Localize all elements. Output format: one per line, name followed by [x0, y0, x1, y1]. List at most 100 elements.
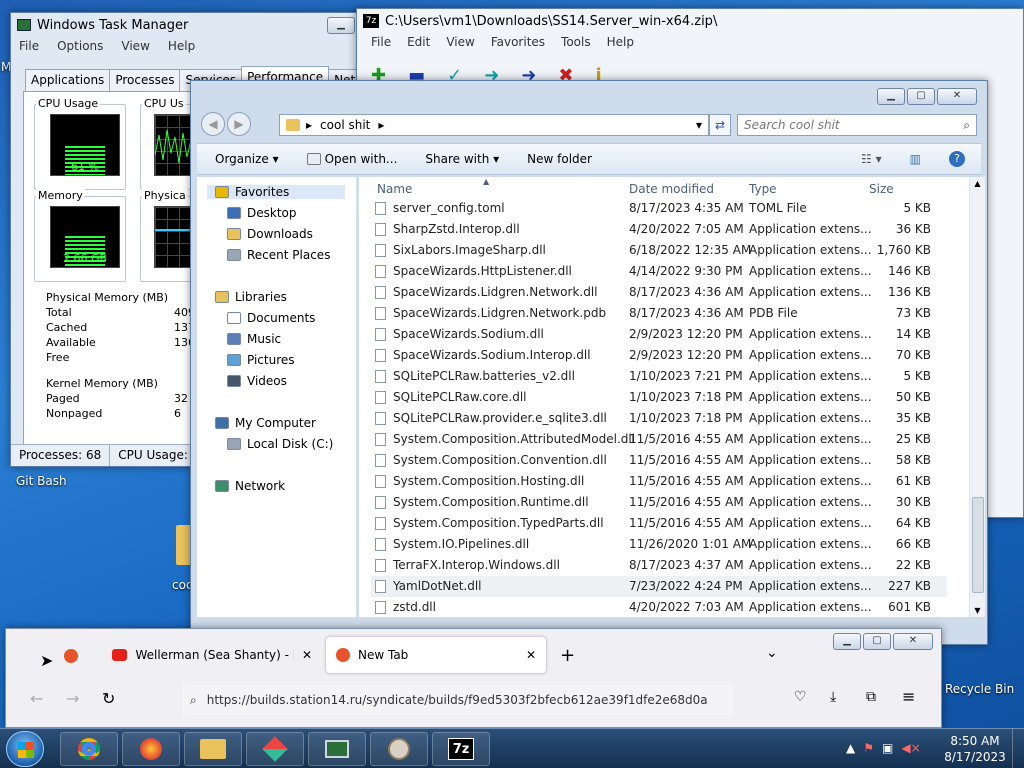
taskbar-git[interactable]	[246, 732, 304, 766]
view-options-icon[interactable]: ☷ ▾	[861, 152, 882, 166]
app-menu-icon[interactable]: ≡	[902, 687, 915, 706]
explorer-maximize-button[interactable]: ▢	[907, 88, 935, 105]
file-row[interactable]: SpaceWizards.HttpListener.dll 4/14/2022 9…	[371, 261, 947, 282]
url-bar[interactable]: ⌕ https://builds.station14.ru/syndicate/…	[182, 685, 734, 715]
breadcrumb-current[interactable]: cool shit	[320, 118, 370, 132]
task-manager-titlebar[interactable]: Windows Task Manager ▁	[11, 13, 361, 37]
nav-item-downloads[interactable]: Downloads	[227, 227, 313, 241]
tab-new-tab-close-icon[interactable]: ✕	[526, 648, 536, 662]
nav-item-pictures[interactable]: Pictures	[227, 353, 295, 367]
nav-item-libraries[interactable]: Libraries	[215, 290, 287, 304]
firefox-maximize-button[interactable]: ▢	[863, 633, 891, 650]
taskbar-chrome[interactable]	[60, 732, 118, 766]
scroll-down-icon[interactable]: ▼	[970, 606, 985, 615]
desktop-icon-recycle-bin[interactable]: Recycle Bin	[945, 682, 1014, 696]
scroll-up-icon[interactable]: ▲	[970, 179, 985, 188]
sz-menu-help[interactable]: Help	[607, 35, 634, 49]
address-bar[interactable]: ▸ cool shit ▸ ▾	[279, 114, 709, 136]
list-tabs-icon[interactable]: ⌄	[766, 645, 778, 661]
tray-expand-icon[interactable]: ▲	[846, 741, 855, 755]
tab-wellerman[interactable]: Wellerman (Sea Shanty) - Euger ✕	[102, 637, 322, 673]
column-size[interactable]: Size	[869, 182, 894, 196]
file-row[interactable]: System.Composition.AttributedModel.dll 11…	[371, 429, 947, 450]
taskbar-7zip[interactable]: 7z	[432, 732, 490, 766]
sz-menu-file[interactable]: File	[371, 35, 391, 49]
network-icon[interactable]: ▣	[882, 741, 893, 755]
volume-icon[interactable]: ◀×	[901, 741, 920, 755]
breadcrumb-chevron-icon[interactable]: ▸	[378, 118, 384, 132]
sevenzip-titlebar[interactable]: 7z C:\Users\vm1\Downloads\SS14.Server_wi…	[357, 9, 1023, 33]
tab-wellerman-close-icon[interactable]: ✕	[302, 648, 312, 662]
file-row[interactable]: SpaceWizards.Lidgren.Network.pdb 8/17/202…	[371, 303, 947, 324]
taskbar-task-manager[interactable]	[308, 732, 366, 766]
nav-item-documents[interactable]: Documents	[227, 311, 315, 325]
sz-menu-view[interactable]: View	[446, 35, 474, 49]
preview-pane-icon[interactable]: ▥	[910, 152, 921, 166]
firefox-forward-icon[interactable]: →	[66, 689, 79, 708]
explorer-close-button[interactable]: ✕	[937, 88, 977, 105]
share-with-button[interactable]: Share with ▾	[425, 152, 499, 166]
file-row[interactable]: server_config.toml 8/17/2023 4:35 AM TOML …	[371, 198, 947, 219]
file-row[interactable]: zstd.dll 4/20/2022 7:03 AM Application ext…	[371, 597, 947, 618]
file-row[interactable]: SQLitePCLRaw.core.dll 1/10/2023 7:18 PM Ap…	[371, 387, 947, 408]
breadcrumb-chevron-icon[interactable]: ▸	[306, 118, 312, 132]
tab-processes[interactable]: Processes	[109, 69, 181, 93]
file-row[interactable]: System.Composition.Runtime.dll 11/5/2016 …	[371, 492, 947, 513]
nav-item-desktop[interactable]: Desktop	[227, 206, 297, 220]
start-button[interactable]	[6, 731, 44, 767]
tab-applications[interactable]: Applications	[25, 69, 111, 93]
extensions-icon[interactable]: ⧉	[866, 689, 876, 705]
file-list-scrollbar[interactable]: ▲ ▼	[969, 177, 985, 617]
firefox-back-icon[interactable]: ←	[30, 689, 43, 708]
search-input[interactable]: Search cool shit ⌕	[737, 114, 977, 136]
column-name[interactable]: Name	[377, 182, 412, 196]
explorer-minimize-button[interactable]: ▁	[877, 88, 905, 105]
file-row[interactable]: SpaceWizards.Lidgren.Network.dll 8/17/202…	[371, 282, 947, 303]
file-row[interactable]: SQLitePCLRaw.batteries_v2.dll 1/10/2023 7…	[371, 366, 947, 387]
column-date-modified[interactable]: Date modified	[629, 182, 714, 196]
taskbar-explorer[interactable]	[184, 732, 242, 766]
tm-menu-options[interactable]: Options	[57, 39, 103, 53]
tm-menu-view[interactable]: View	[121, 39, 149, 53]
desktop-icon-folder[interactable]: coo	[170, 525, 193, 595]
pocket-icon[interactable]: ♡	[794, 689, 807, 705]
file-row[interactable]: System.Composition.Hosting.dll 11/5/2016 …	[371, 471, 947, 492]
file-row[interactable]: SpaceWizards.Sodium.dll 2/9/2023 12:20 PM…	[371, 324, 947, 345]
nav-item-my-computer[interactable]: My Computer	[215, 416, 316, 430]
file-row[interactable]: SpaceWizards.Sodium.Interop.dll 2/9/2023 …	[371, 345, 947, 366]
tm-menu-help[interactable]: Help	[168, 39, 195, 53]
firefox-close-button[interactable]: ✕	[893, 633, 933, 650]
taskbar-gauge[interactable]	[370, 732, 428, 766]
desktop-icon-git-bash[interactable]: Git Bash	[16, 474, 67, 488]
clock[interactable]: 8:50 AM 8/17/2023	[942, 733, 1008, 765]
tab-new-tab[interactable]: New Tab ✕	[326, 637, 546, 673]
file-row[interactable]: YamlDotNet.dll 7/23/2022 4:24 PM Applicati…	[371, 576, 947, 597]
back-icon[interactable]: ◀	[201, 112, 225, 136]
file-row[interactable]: System.Composition.Convention.dll 11/5/20…	[371, 450, 947, 471]
nav-item-network[interactable]: Network	[215, 479, 285, 493]
address-dropdown-icon[interactable]: ▾	[696, 118, 702, 132]
downloads-icon[interactable]: ⤓	[830, 689, 836, 705]
scroll-thumb[interactable]	[972, 497, 984, 593]
task-manager-minimize-button[interactable]: ▁	[327, 16, 355, 34]
search-icon[interactable]: ⌕	[963, 118, 970, 133]
sz-menu-favorites[interactable]: Favorites	[491, 35, 545, 49]
column-type[interactable]: Type	[749, 182, 777, 196]
organize-button[interactable]: Organize ▾	[215, 152, 279, 166]
firefox-minimize-button[interactable]: ▁	[833, 633, 861, 650]
taskbar-firefox[interactable]	[122, 732, 180, 766]
new-tab-icon[interactable]: +	[560, 645, 575, 666]
file-row[interactable]: System.Composition.TypedParts.dll 11/5/20…	[371, 513, 947, 534]
open-with-button[interactable]: Open with...	[306, 152, 397, 166]
nav-item-favorites[interactable]: Favorites	[207, 185, 345, 199]
url-text[interactable]: https://builds.station14.ru/syndicate/bu…	[207, 693, 727, 707]
file-row[interactable]: TerraFX.Interop.Windows.dll 8/17/2023 4:3…	[371, 555, 947, 576]
sz-menu-edit[interactable]: Edit	[407, 35, 430, 49]
file-row[interactable]: SQLitePCLRaw.provider.e_sqlite3.dll 1/10/…	[371, 408, 947, 429]
firefox-view-icon[interactable]	[64, 649, 78, 663]
show-desktop-button[interactable]	[1012, 729, 1024, 768]
help-icon[interactable]: ?	[949, 151, 965, 167]
nav-item-local-disk-c[interactable]: Local Disk (C:)	[227, 437, 333, 451]
sz-menu-tools[interactable]: Tools	[561, 35, 591, 49]
action-center-icon[interactable]: ⚑	[863, 741, 874, 755]
